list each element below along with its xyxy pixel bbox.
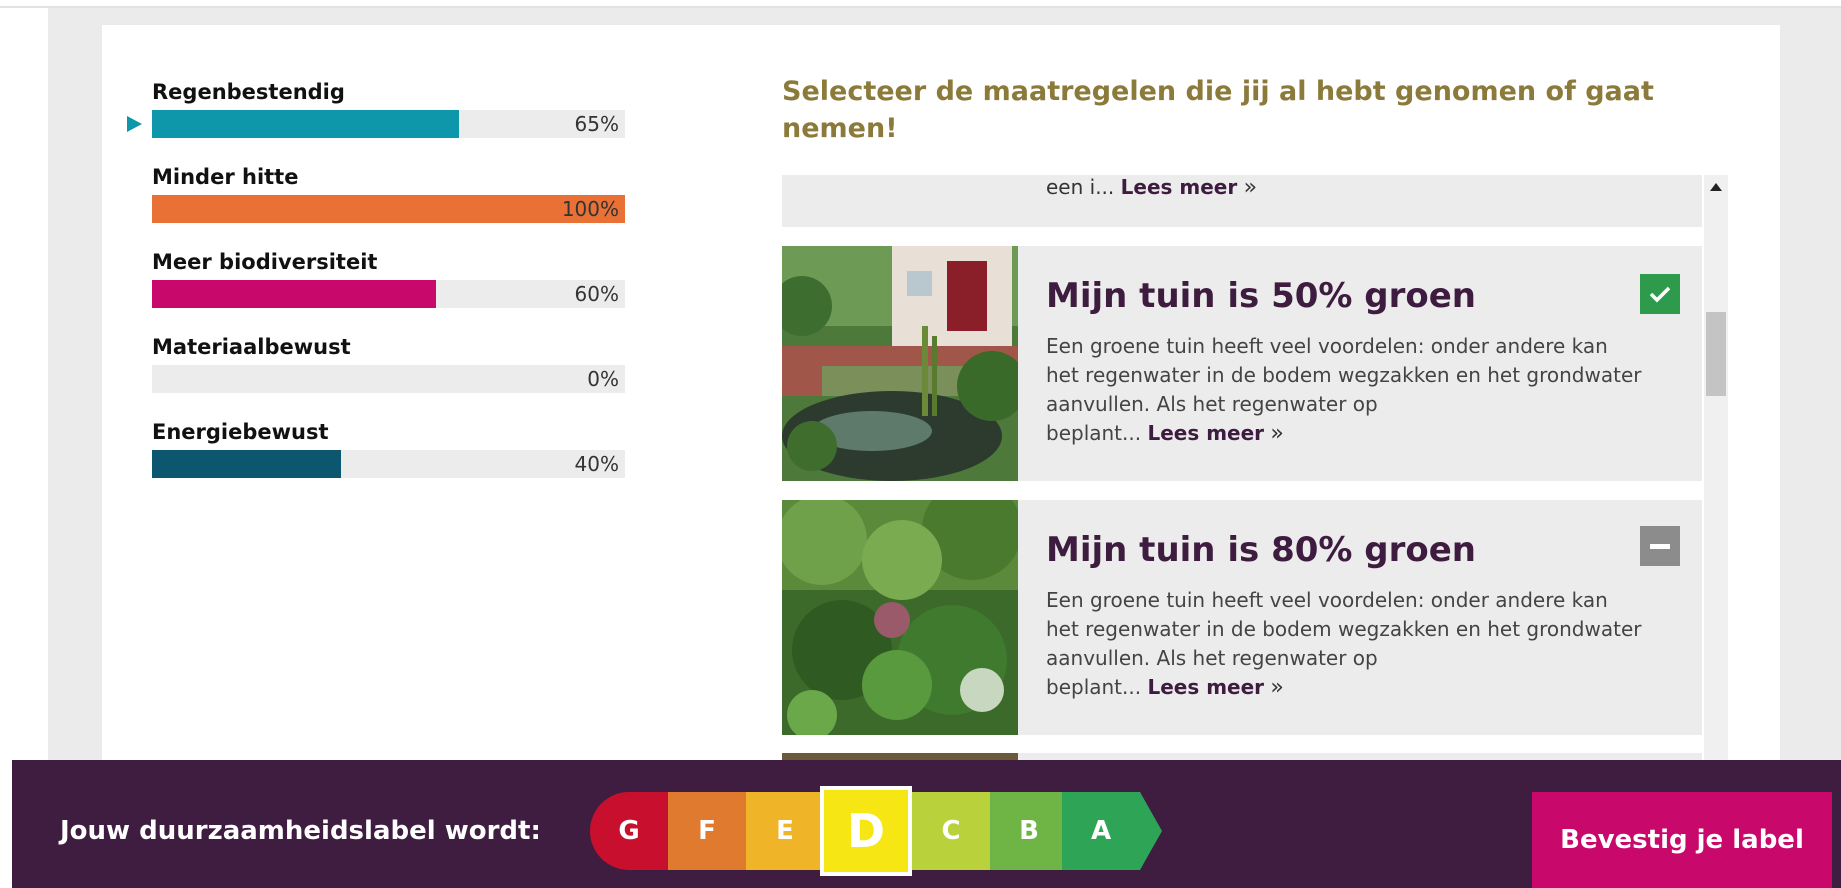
read-more-arrow-icon: » bbox=[1270, 421, 1284, 446]
progress-track: 60% bbox=[152, 280, 625, 308]
label-prompt: Jouw duurzaamheidslabel wordt: bbox=[60, 816, 541, 846]
progress-track: 40% bbox=[152, 450, 625, 478]
confirm-label-button[interactable]: Bevestig je label bbox=[1532, 792, 1832, 888]
list-scrollbar[interactable] bbox=[1704, 175, 1728, 760]
read-more-arrow-icon: » bbox=[1243, 175, 1258, 200]
measures-list[interactable]: een i... Lees meer » Mijn tuin is 50% gr… bbox=[782, 175, 1729, 760]
progress-percent: 65% bbox=[574, 112, 619, 136]
energy-letter: B bbox=[1019, 816, 1039, 846]
active-indicator-icon bbox=[127, 116, 142, 132]
read-more-link[interactable]: Lees meer bbox=[1147, 421, 1264, 445]
energy-letter: E bbox=[776, 816, 794, 846]
progress-item[interactable]: Meer biodiversiteit 60% bbox=[152, 248, 625, 308]
progress-percent: 0% bbox=[587, 367, 619, 391]
energy-label-f[interactable]: F bbox=[668, 792, 746, 870]
item-title: Mijn tuin is 80% groen bbox=[1046, 530, 1477, 570]
progress-label: Energiebewust bbox=[152, 420, 329, 444]
item-title: Mijn tuin is 50% groen bbox=[1046, 276, 1477, 316]
item-description: Een groene tuin heeft veel voordelen: on… bbox=[1046, 332, 1646, 448]
check-icon bbox=[1649, 286, 1671, 303]
progress-fill bbox=[152, 195, 625, 223]
item-desc-text: Een groene tuin heeft veel voordelen: on… bbox=[1046, 334, 1642, 416]
progress-label: Materiaalbewust bbox=[152, 335, 351, 359]
garden-pond-image bbox=[782, 246, 1018, 481]
read-more-link[interactable]: Lees meer bbox=[1147, 675, 1264, 699]
garden-plants-image bbox=[782, 500, 1018, 735]
minus-icon bbox=[1650, 543, 1670, 549]
checkbox-checked[interactable] bbox=[1640, 274, 1680, 314]
progress-track: 100% bbox=[152, 195, 625, 223]
garden-image bbox=[782, 753, 1018, 760]
energy-arrow-tip bbox=[1140, 792, 1162, 870]
energy-letter: A bbox=[1090, 816, 1112, 846]
read-more-arrow-icon: » bbox=[1270, 675, 1284, 700]
progress-item[interactable]: Energiebewust 40% bbox=[152, 418, 625, 478]
energy-label-b[interactable]: B bbox=[990, 792, 1068, 870]
progress-fill bbox=[152, 450, 342, 478]
scroll-up-icon[interactable] bbox=[1710, 183, 1722, 191]
checkbox-unchecked[interactable] bbox=[1640, 526, 1680, 566]
energy-letter: D bbox=[846, 804, 886, 858]
list-item[interactable]: Mijn tuin is 80% groen Een groene tuin h… bbox=[782, 500, 1702, 735]
list-item[interactable]: Mijn tuin is 50% groen Een groene tuin h… bbox=[782, 246, 1702, 481]
progress-percent: 60% bbox=[574, 282, 619, 306]
item-desc-tail: beplant... bbox=[1046, 421, 1142, 445]
page-heading: Selecteer de maatregelen die jij al hebt… bbox=[782, 76, 1654, 144]
item-desc-tail: een i... Lees meer » bbox=[1046, 175, 1257, 200]
progress-fill bbox=[152, 280, 436, 308]
item-desc-text: Een groene tuin heeft veel voordelen: on… bbox=[1046, 588, 1642, 670]
progress-item[interactable]: Regenbestendig 65% bbox=[152, 78, 625, 138]
scroll-thumb[interactable] bbox=[1706, 312, 1726, 396]
progress-track: 65% bbox=[152, 110, 625, 138]
list-item-partial bbox=[782, 753, 1702, 760]
energy-label-c[interactable]: C bbox=[912, 792, 990, 870]
progress-track: 0% bbox=[152, 365, 625, 393]
energy-label-e[interactable]: E bbox=[746, 792, 824, 870]
energy-label-d[interactable]: D bbox=[820, 786, 912, 876]
progress-item[interactable]: Minder hitte 100% bbox=[152, 163, 625, 223]
progress-fill bbox=[152, 110, 460, 138]
progress-label: Minder hitte bbox=[152, 165, 299, 189]
label-footer: Jouw duurzaamheidslabel wordt: G F E D C… bbox=[12, 760, 1841, 888]
energy-letter: F bbox=[698, 816, 716, 846]
item-desc: een i... bbox=[1046, 175, 1115, 199]
progress-item[interactable]: Materiaalbewust 0% bbox=[152, 333, 625, 393]
progress-label: Regenbestendig bbox=[152, 80, 345, 104]
progress-percent: 40% bbox=[574, 452, 619, 476]
energy-letter: G bbox=[618, 816, 640, 846]
read-more-link[interactable]: Lees meer bbox=[1121, 175, 1238, 199]
list-item-partial: een i... Lees meer » bbox=[782, 175, 1702, 227]
energy-label-a[interactable]: A bbox=[1062, 792, 1140, 870]
progress-percent: 100% bbox=[561, 197, 619, 221]
progress-label: Meer biodiversiteit bbox=[152, 250, 378, 274]
item-description: Een groene tuin heeft veel voordelen: on… bbox=[1046, 586, 1646, 702]
energy-label-g[interactable]: G bbox=[590, 792, 668, 870]
energy-letter: C bbox=[941, 816, 961, 846]
item-desc-tail: beplant... bbox=[1046, 675, 1142, 699]
